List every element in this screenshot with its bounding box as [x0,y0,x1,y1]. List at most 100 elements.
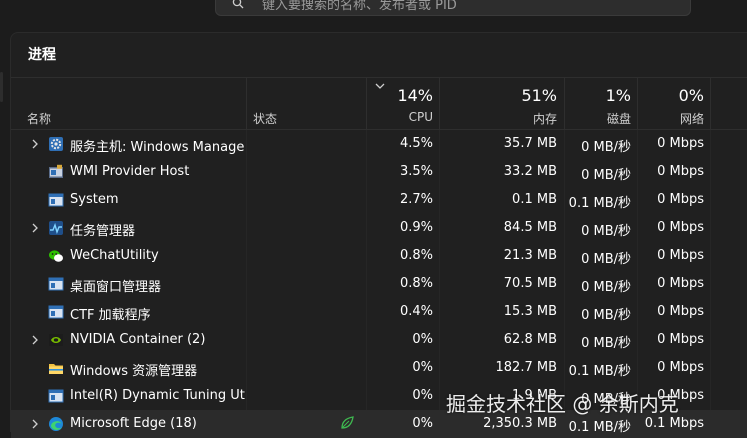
page-title: 进程 [28,47,56,63]
network-value: 0 Mbps [657,304,704,319]
cpu-value: 0% [412,332,433,347]
cpu-value: 0.9% [399,220,433,235]
disk-value: 0 MB/秒 [581,168,631,183]
wmi-icon [49,164,63,178]
column-divider[interactable] [439,78,440,130]
process-name: 服务主机: Windows Manage... [70,140,245,155]
column-divider[interactable] [246,78,247,130]
disk-value: 0.1 MB/秒 [568,420,631,435]
cpu-value: 4.5% [399,136,433,151]
cpu-value: 3.5% [399,164,433,179]
disk-value: 0 MB/秒 [581,224,631,239]
network-value: 0 Mbps [657,136,704,151]
table-header: 名称 状态 14% CPU 51% 内存 1% 磁盘 0% 网络 [11,77,747,130]
search-placeholder: 键入要搜索的名称、发布者或 PID [262,0,457,13]
cpu-value: 0% [412,360,433,375]
network-value: 0 Mbps [657,360,704,375]
nav-rail [0,32,10,432]
search-box[interactable]: 键入要搜索的名称、发布者或 PID [215,0,691,16]
cpu-value: 0.8% [399,248,433,263]
disk-total-percent: 1% [605,86,631,105]
memory-label: 内存 [532,112,557,126]
column-header-status[interactable]: 状态 [253,110,277,127]
disk-label: 磁盘 [606,112,631,126]
chevron-right-icon[interactable] [31,419,39,429]
memory-value: 21.3 MB [503,248,557,263]
network-total-percent: 0% [678,86,704,105]
process-name: 桌面窗口管理器 [70,280,162,295]
table-row[interactable]: NVIDIA Container (2) 0% 62.8 MB 0 MB/秒 0 Mbp… [11,326,747,354]
wechat-icon [49,250,63,262]
process-name: System [70,192,119,207]
efficiency-mode-leaf-icon [341,416,354,429]
memory-value: 33.2 MB [503,164,557,179]
nav-selection-indicator [0,72,3,102]
table-row[interactable]: WMI Provider Host 3.5% 33.2 MB 0 MB/秒 0 Mbps [11,158,747,186]
memory-value: 0.1 MB [512,192,557,207]
window-icon [48,193,64,207]
process-name: NVIDIA Container (2) [70,332,206,347]
process-name: Microsoft Edge (18) [70,416,197,431]
memory-value: 35.7 MB [503,136,557,151]
memory-value: 62.8 MB [503,332,557,347]
process-name: Windows 资源管理器 [70,364,198,379]
task-manager-icon [49,221,63,235]
disk-value: 0 MB/秒 [581,252,631,267]
memory-value: 70.5 MB [503,276,557,291]
cpu-total-percent: 14% [397,86,433,105]
gear-icon [49,137,63,151]
cpu-value: 0% [412,416,433,431]
edge-icon [49,417,63,431]
memory-value: 2,350.3 MB [483,416,557,431]
table-row[interactable]: Windows 资源管理器 0% 182.7 MB 0.1 MB/秒 0 Mbps [11,354,747,382]
table-row[interactable]: 任务管理器 0.9% 84.5 MB 0 MB/秒 0 Mbps [11,214,747,242]
network-value: 0 Mbps [657,192,704,207]
disk-value: 0 MB/秒 [581,280,631,295]
process-name: 任务管理器 [70,224,136,239]
column-header-name[interactable]: 名称 [27,110,51,127]
disk-value: 0 MB/秒 [581,140,631,155]
process-name: WeChatUtility [70,248,159,263]
disk-value: 0 MB/秒 [581,336,631,351]
chevron-right-icon[interactable] [31,139,39,149]
column-divider[interactable] [710,78,711,130]
network-value: 0 Mbps [657,332,704,347]
search-icon [232,0,244,9]
chevron-right-icon[interactable] [31,335,39,345]
network-value: 0 Mbps [657,248,704,263]
network-value: 0 Mbps [657,164,704,179]
folder-icon [49,364,63,374]
table-row[interactable]: 服务主机: Windows Manage... 4.5% 35.7 MB 0 MB/秒… [11,130,747,158]
title-bar: 键入要搜索的名称、发布者或 PID [0,0,747,32]
table-row[interactable]: WeChatUtility 0.8% 21.3 MB 0 MB/秒 0 Mbps [11,242,747,270]
column-divider[interactable] [564,78,565,130]
memory-value: 84.5 MB [503,220,557,235]
cpu-value: 0.4% [399,304,433,319]
cpu-value: 0.8% [399,276,433,291]
memory-total-percent: 51% [521,86,557,105]
memory-value: 182.7 MB [495,360,557,375]
process-name: Intel(R) Dynamic Tuning Util... [70,388,245,403]
window-icon [48,389,64,403]
table-row[interactable]: System 2.7% 0.1 MB 0.1 MB/秒 0 Mbps [11,186,747,214]
process-name: CTF 加载程序 [70,308,151,323]
disk-value: 0.1 MB/秒 [568,196,631,211]
table-row[interactable]: CTF 加载程序 0.4% 15.3 MB 0 MB/秒 0 Mbps [11,298,747,326]
processes-panel: 进程 名称 状态 14% CPU 51% 内存 1% 磁盘 0% 网络 服务主机… [10,32,747,438]
column-divider[interactable] [637,78,638,130]
cpu-value: 0% [412,388,433,403]
network-label: 网络 [679,112,704,126]
watermark: 掘金技术社区 @ 余斯内克 [446,392,679,416]
chevron-right-icon[interactable] [31,223,39,233]
memory-value: 15.3 MB [503,304,557,319]
process-name: WMI Provider Host [70,164,190,179]
cpu-value: 2.7% [399,192,433,207]
table-row[interactable]: 桌面窗口管理器 0.8% 70.5 MB 0 MB/秒 0 Mbps [11,270,747,298]
network-value: 0 Mbps [657,276,704,291]
disk-value: 0.1 MB/秒 [568,364,631,379]
nvidia-icon [49,334,63,346]
cpu-label: CPU [408,110,433,124]
window-icon [48,305,64,319]
window-icon [48,277,64,291]
network-value: 0 Mbps [657,220,704,235]
